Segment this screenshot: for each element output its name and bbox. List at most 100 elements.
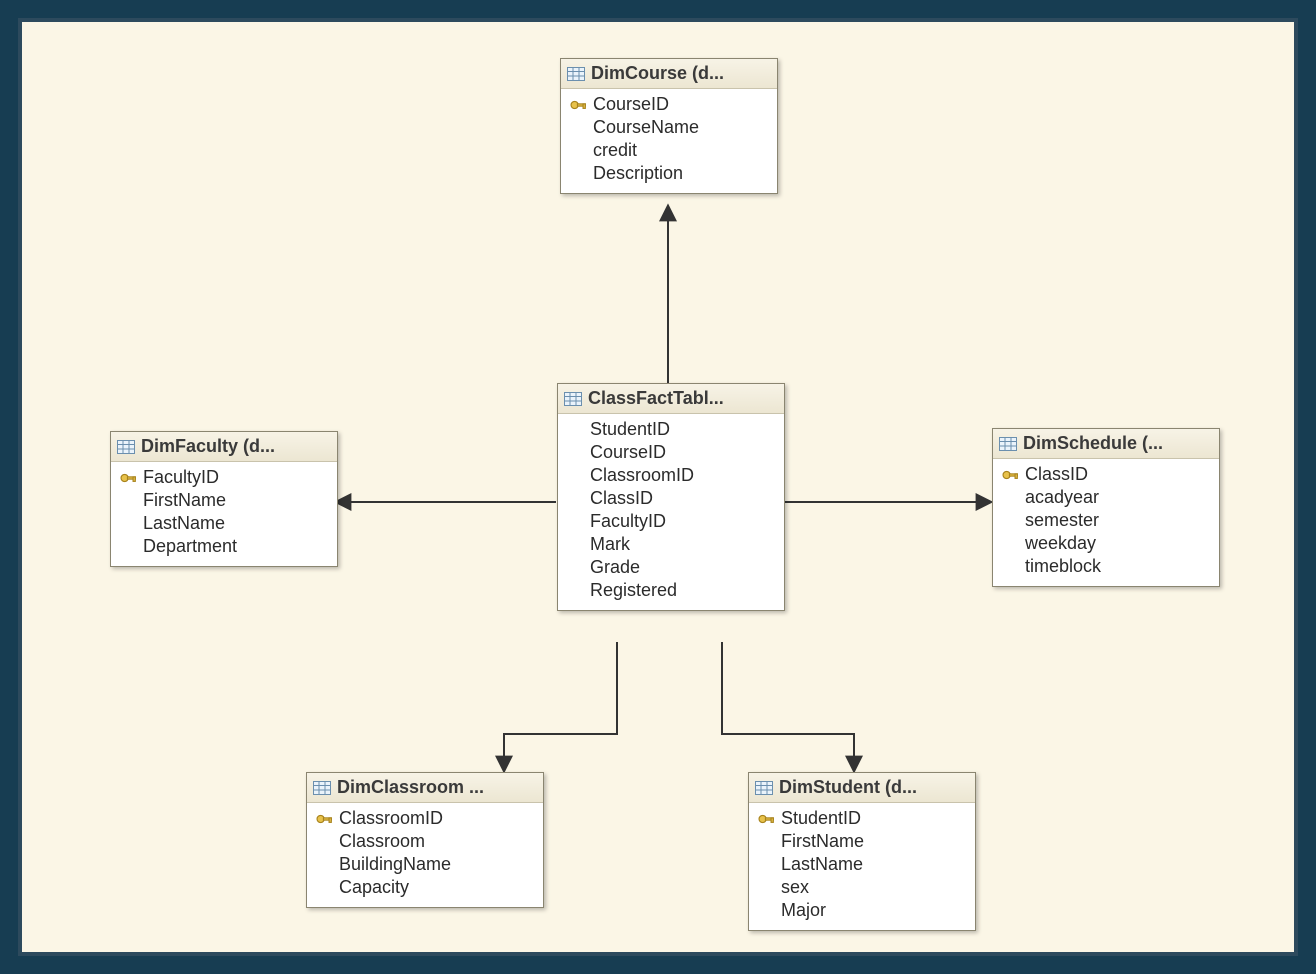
column-name: StudentID <box>781 808 965 829</box>
key-slot <box>569 166 587 182</box>
column-list: ClassID acadyear semester weekday timebl… <box>993 459 1219 586</box>
table-column[interactable]: Description <box>565 162 771 185</box>
column-name: FacultyID <box>590 511 774 532</box>
table-column[interactable]: FacultyID <box>562 510 778 533</box>
key-slot <box>757 857 775 873</box>
column-name: LastName <box>781 854 965 875</box>
table-column[interactable]: semester <box>997 509 1213 532</box>
table-header[interactable]: DimSchedule (... <box>993 429 1219 459</box>
table-column[interactable]: ClassID <box>997 463 1213 486</box>
key-icon <box>315 811 333 827</box>
table-column[interactable]: timeblock <box>997 555 1213 578</box>
key-slot <box>569 143 587 159</box>
table-title: DimFaculty (d... <box>141 436 275 457</box>
key-slot <box>566 468 584 484</box>
table-grid-icon <box>999 437 1017 451</box>
table-grid-icon <box>117 440 135 454</box>
key-slot <box>1001 513 1019 529</box>
table-dim-schedule[interactable]: DimSchedule (... ClassID acadyear semest… <box>992 428 1220 587</box>
key-slot <box>1001 536 1019 552</box>
column-name: CourseID <box>593 94 767 115</box>
column-name: Grade <box>590 557 774 578</box>
key-icon <box>119 470 137 486</box>
column-name: credit <box>593 140 767 161</box>
table-column[interactable]: StudentID <box>753 807 969 830</box>
table-header[interactable]: DimStudent (d... <box>749 773 975 803</box>
column-name: CourseID <box>590 442 774 463</box>
key-slot <box>757 903 775 919</box>
table-column[interactable]: Department <box>115 535 331 558</box>
table-column[interactable]: Major <box>753 899 969 922</box>
table-column[interactable]: Capacity <box>311 876 537 899</box>
column-name: Classroom <box>339 831 533 852</box>
table-column[interactable]: Grade <box>562 556 778 579</box>
column-list: FacultyID FirstName LastName Department <box>111 462 337 566</box>
key-slot <box>566 583 584 599</box>
key-slot <box>569 120 587 136</box>
column-name: Mark <box>590 534 774 555</box>
table-grid-icon <box>313 781 331 795</box>
table-header[interactable]: DimClassroom ... <box>307 773 543 803</box>
table-dim-faculty[interactable]: DimFaculty (d... FacultyID FirstName Las… <box>110 431 338 567</box>
table-column[interactable]: Classroom <box>311 830 537 853</box>
table-grid-icon <box>755 781 773 795</box>
key-slot <box>566 560 584 576</box>
table-title: DimCourse (d... <box>591 63 724 84</box>
table-header[interactable]: DimFaculty (d... <box>111 432 337 462</box>
table-column[interactable]: FirstName <box>753 830 969 853</box>
table-column[interactable]: LastName <box>753 853 969 876</box>
table-header[interactable]: ClassFactTabl... <box>558 384 784 414</box>
column-name: StudentID <box>590 419 774 440</box>
column-name: ClassroomID <box>590 465 774 486</box>
table-header[interactable]: DimCourse (d... <box>561 59 777 89</box>
table-column[interactable]: StudentID <box>562 418 778 441</box>
table-column[interactable]: ClassroomID <box>311 807 537 830</box>
column-name: ClassID <box>1025 464 1209 485</box>
column-name: Description <box>593 163 767 184</box>
table-column[interactable]: Mark <box>562 533 778 556</box>
key-slot <box>315 880 333 896</box>
column-name: Capacity <box>339 877 533 898</box>
key-icon <box>569 97 587 113</box>
table-column[interactable]: weekday <box>997 532 1213 555</box>
diagram-frame: DimCourse (d... CourseID CourseName cred… <box>18 18 1298 956</box>
column-name: sex <box>781 877 965 898</box>
column-list: StudentID CourseID ClassroomID ClassID F… <box>558 414 784 610</box>
column-name: weekday <box>1025 533 1209 554</box>
column-name: Department <box>143 536 327 557</box>
table-column[interactable]: CourseName <box>565 116 771 139</box>
table-dim-classroom[interactable]: DimClassroom ... ClassroomID Classroom B… <box>306 772 544 908</box>
key-slot <box>315 834 333 850</box>
table-column[interactable]: acadyear <box>997 486 1213 509</box>
rel-fact-student <box>722 642 854 770</box>
key-slot <box>566 491 584 507</box>
column-name: Registered <box>590 580 774 601</box>
table-dim-course[interactable]: DimCourse (d... CourseID CourseName cred… <box>560 58 778 194</box>
column-name: acadyear <box>1025 487 1209 508</box>
table-column[interactable]: ClassroomID <box>562 464 778 487</box>
key-icon <box>1001 467 1019 483</box>
table-column[interactable]: sex <box>753 876 969 899</box>
column-name: semester <box>1025 510 1209 531</box>
table-column[interactable]: FacultyID <box>115 466 331 489</box>
column-name: Major <box>781 900 965 921</box>
table-class-fact[interactable]: ClassFactTabl... StudentID CourseID Clas… <box>557 383 785 611</box>
table-column[interactable]: LastName <box>115 512 331 535</box>
column-name: timeblock <box>1025 556 1209 577</box>
column-list: ClassroomID Classroom BuildingName Capac… <box>307 803 543 907</box>
table-dim-student[interactable]: DimStudent (d... StudentID FirstName Las… <box>748 772 976 931</box>
key-slot <box>119 516 137 532</box>
table-column[interactable]: ClassID <box>562 487 778 510</box>
table-column[interactable]: BuildingName <box>311 853 537 876</box>
key-slot <box>566 537 584 553</box>
table-column[interactable]: Registered <box>562 579 778 602</box>
column-list: StudentID FirstName LastName sex Major <box>749 803 975 930</box>
table-column[interactable]: credit <box>565 139 771 162</box>
key-slot <box>1001 490 1019 506</box>
table-column[interactable]: FirstName <box>115 489 331 512</box>
table-column[interactable]: CourseID <box>565 93 771 116</box>
table-column[interactable]: CourseID <box>562 441 778 464</box>
diagram-canvas[interactable]: DimCourse (d... CourseID CourseName cred… <box>22 22 1294 952</box>
key-slot <box>566 514 584 530</box>
key-slot <box>1001 559 1019 575</box>
